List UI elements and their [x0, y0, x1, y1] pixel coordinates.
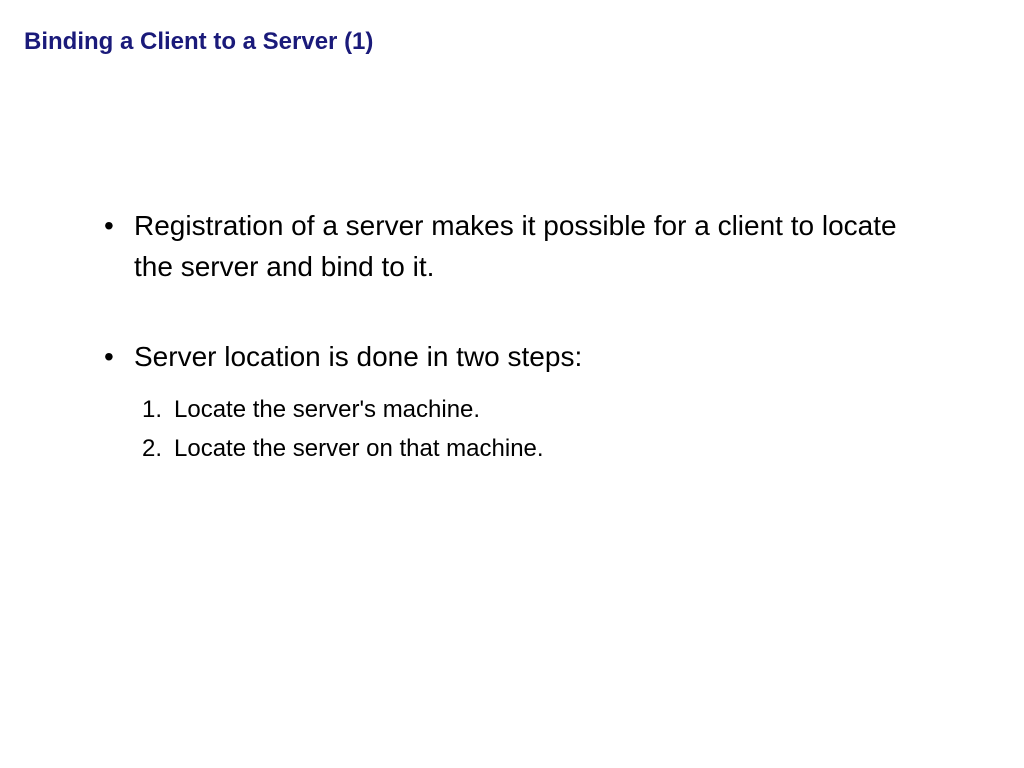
bullet-text: Registration of a server makes it possib…	[134, 210, 897, 282]
bullet-item: Server location is done in two steps: Lo…	[94, 337, 940, 469]
slide-title: Binding a Client to a Server (1)	[24, 28, 1000, 56]
bullet-text: Server location is done in two steps:	[134, 341, 582, 372]
sublist-text: Locate the server on that machine.	[174, 435, 544, 462]
slide-content: Registration of a server makes it possib…	[24, 206, 1000, 469]
numbered-sublist: Locate the server's machine. Locate the …	[134, 390, 940, 469]
sublist-item: Locate the server on that machine.	[142, 429, 940, 469]
sublist-item: Locate the server's machine.	[142, 390, 940, 430]
main-bullet-list: Registration of a server makes it possib…	[94, 206, 940, 469]
sublist-text: Locate the server's machine.	[174, 396, 480, 423]
slide: Binding a Client to a Server (1) Registr…	[0, 0, 1024, 768]
bullet-item: Registration of a server makes it possib…	[94, 206, 940, 287]
